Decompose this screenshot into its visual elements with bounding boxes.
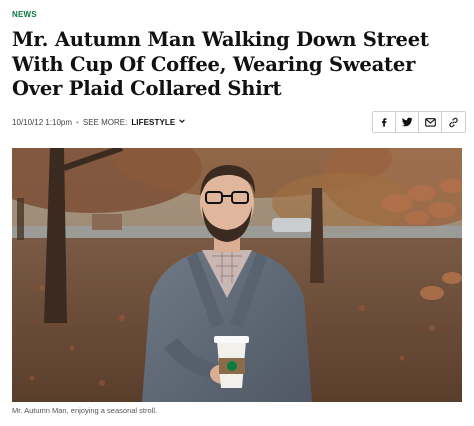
share-bar xyxy=(372,111,466,133)
chevron-down-icon xyxy=(178,119,185,123)
section-label[interactable]: NEWS xyxy=(12,10,37,19)
meta-separator: • xyxy=(76,117,79,127)
section-dropdown-label: LIFESTYLE xyxy=(131,118,176,127)
share-facebook-button[interactable] xyxy=(373,112,396,132)
share-twitter-button[interactable] xyxy=(396,112,419,132)
link-icon xyxy=(449,117,458,127)
article-headline: Mr. Autumn Man Walking Down Street With … xyxy=(12,28,429,100)
article-meta: 10/10/12 1:10pm • SEE MORE: LIFESTYLE xyxy=(12,117,186,127)
share-email-button[interactable] xyxy=(419,112,442,132)
see-more-label: SEE MORE: xyxy=(82,117,128,127)
hero-photo-illustration xyxy=(12,148,462,402)
share-link-button[interactable] xyxy=(442,112,465,132)
image-caption: Mr. Autumn Man, enjoying a seasonal stro… xyxy=(12,406,158,415)
email-icon xyxy=(424,117,436,127)
publish-date: 10/10/12 1:10pm xyxy=(12,117,73,127)
facebook-icon xyxy=(382,118,387,127)
section-dropdown[interactable]: LIFESTYLE xyxy=(131,117,185,127)
twitter-icon xyxy=(401,117,413,127)
hero-image xyxy=(12,148,462,402)
